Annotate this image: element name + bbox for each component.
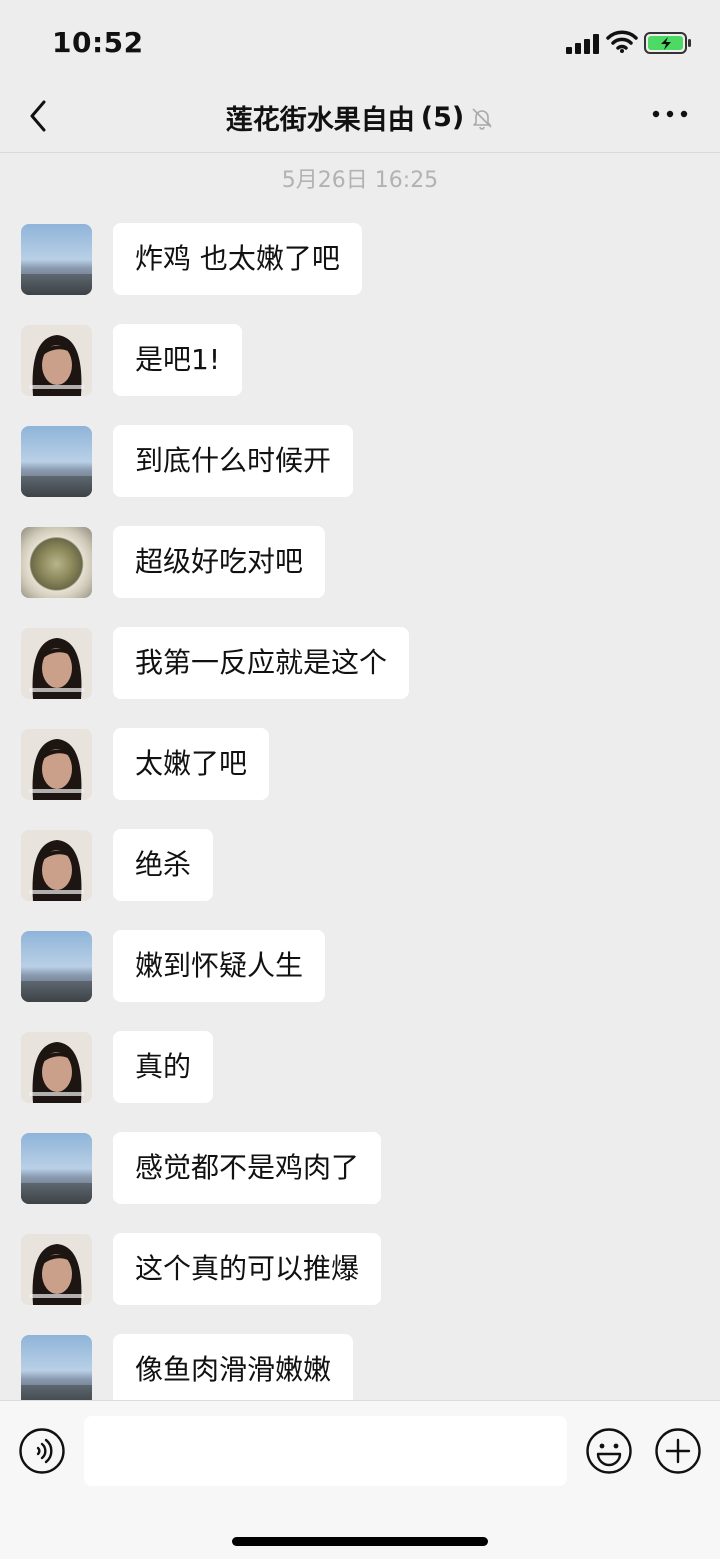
avatar[interactable] — [21, 729, 92, 800]
avatar[interactable] — [21, 224, 92, 295]
message-bubble[interactable]: 到底什么时候开 — [113, 425, 354, 497]
status-bar: 10:52 — [0, 0, 720, 86]
avatar[interactable] — [21, 527, 92, 598]
avatar[interactable] — [21, 1234, 92, 1305]
more-icon[interactable] — [648, 102, 692, 126]
avatar[interactable] — [21, 325, 92, 396]
home-indicator[interactable] — [232, 1537, 488, 1546]
message-bubble[interactable]: 这个真的可以推爆 — [113, 1233, 382, 1305]
message-row: 是吧1! — [0, 323, 720, 424]
message-row: 炸鸡 也太嫩了吧 — [0, 222, 720, 323]
message-timestamp: 5月26日 16:25 — [281, 168, 439, 193]
message-row: 太嫩了吧 — [0, 727, 720, 828]
chat-title: 莲花街水果自由 (5) — [0, 98, 720, 137]
avatar[interactable] — [21, 931, 92, 1002]
avatar[interactable] — [21, 628, 92, 699]
message-row: 嫩到怀疑人生 — [0, 929, 720, 1030]
avatar[interactable] — [21, 1335, 92, 1406]
message-bubble[interactable]: 嫩到怀疑人生 — [113, 930, 326, 1002]
message-bubble[interactable]: 绝杀 — [113, 829, 214, 901]
message-bubble[interactable]: 太嫩了吧 — [113, 728, 270, 800]
wifi-icon — [606, 30, 638, 53]
avatar[interactable] — [21, 426, 92, 497]
message-bubble[interactable]: 像鱼肉滑滑嫩嫩 — [113, 1334, 354, 1406]
signal-icon — [566, 34, 599, 54]
voice-icon[interactable] — [18, 1427, 66, 1475]
plus-icon[interactable] — [654, 1427, 702, 1475]
battery-icon — [644, 32, 691, 54]
avatar[interactable] — [21, 1032, 92, 1103]
input-bar — [0, 1400, 720, 1559]
status-time: 10:52 — [52, 26, 144, 59]
avatar[interactable] — [21, 830, 92, 901]
message-row: 我第一反应就是这个 — [0, 626, 720, 727]
avatar[interactable] — [21, 1133, 92, 1204]
member-count: (5) — [420, 102, 465, 133]
message-bubble[interactable]: 感觉都不是鸡肉了 — [113, 1132, 382, 1204]
message-input[interactable] — [84, 1416, 567, 1486]
chat-header: 莲花街水果自由 (5) — [0, 86, 720, 153]
emoji-icon[interactable] — [585, 1427, 633, 1475]
message-row: 感觉都不是鸡肉了 — [0, 1131, 720, 1232]
message-row: 真的 — [0, 1030, 720, 1131]
message-row: 超级好吃对吧 — [0, 525, 720, 626]
message-row: 绝杀 — [0, 828, 720, 929]
message-bubble[interactable]: 炸鸡 也太嫩了吧 — [113, 223, 362, 295]
message-bubble[interactable]: 真的 — [113, 1031, 214, 1103]
message-list: 炸鸡 也太嫩了吧 是吧1! 到底什么时候开 超级好吃对吧 我第一反应就是这个 太… — [0, 222, 720, 1434]
message-bubble[interactable]: 是吧1! — [113, 324, 243, 396]
message-bubble[interactable]: 超级好吃对吧 — [113, 526, 326, 598]
message-row: 到底什么时候开 — [0, 424, 720, 525]
message-row: 这个真的可以推爆 — [0, 1232, 720, 1333]
group-name: 莲花街水果自由 — [225, 105, 415, 136]
mute-bell-icon — [472, 107, 492, 130]
message-bubble[interactable]: 我第一反应就是这个 — [113, 627, 410, 699]
